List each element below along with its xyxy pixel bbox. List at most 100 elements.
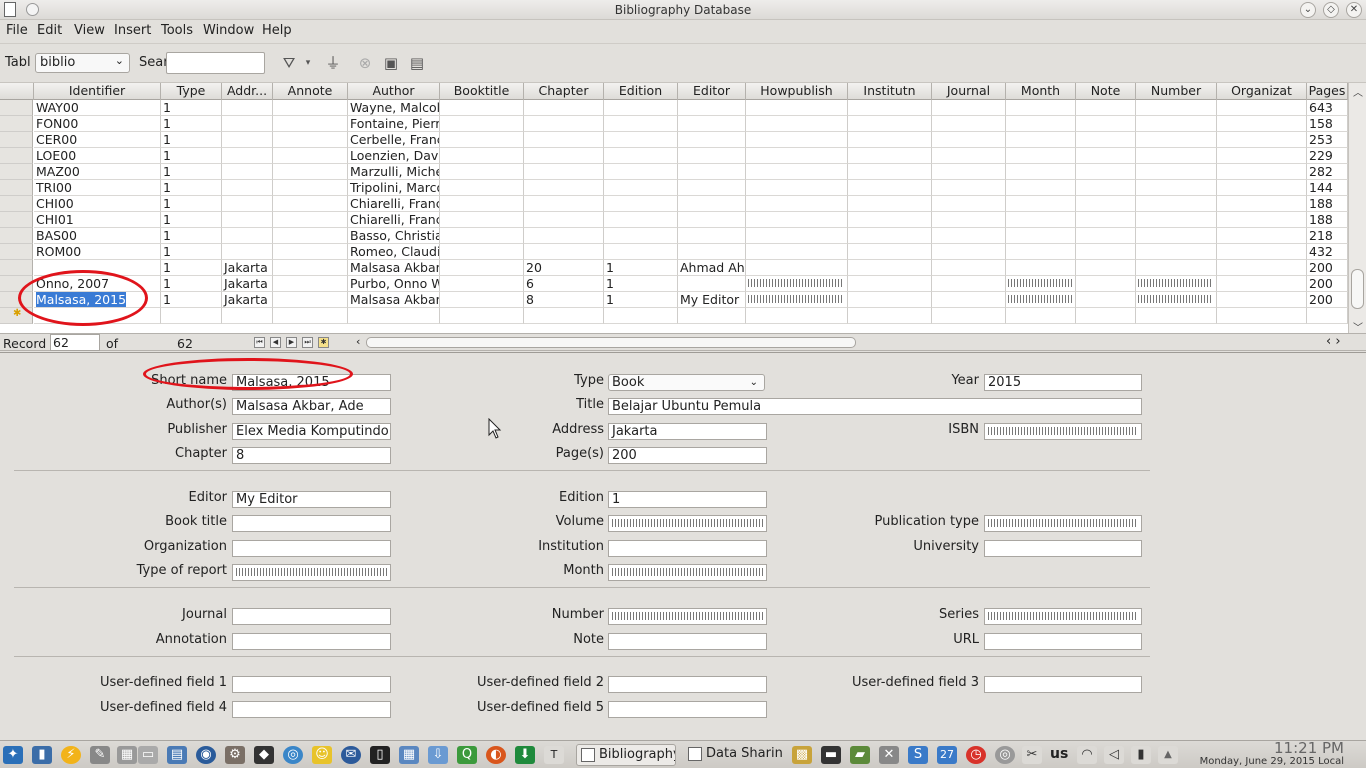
table-cell[interactable] [440, 164, 524, 180]
table-cell[interactable]: 1 [604, 276, 678, 292]
row-selector[interactable] [0, 228, 33, 244]
table-cell[interactable] [1076, 180, 1136, 196]
table-cell[interactable] [1136, 212, 1217, 228]
settings-icon[interactable]: ⚙ [225, 746, 245, 764]
table-cell[interactable] [1006, 292, 1076, 308]
column-header[interactable]: Addr... [222, 83, 273, 100]
column-header[interactable]: Identifier [34, 83, 161, 100]
table-cell[interactable]: Chiarelli, Franc [348, 196, 440, 212]
table-row[interactable]: BAS00 1 Basso, Christia 218 [0, 228, 1348, 244]
organization-field[interactable] [232, 540, 391, 557]
download-manager-icon[interactable]: ⬇ [515, 746, 535, 764]
document-viewer-icon[interactable]: ▤ [167, 746, 187, 764]
power-icon[interactable]: ⚡ [61, 746, 81, 764]
table-cell[interactable] [273, 116, 348, 132]
column-header[interactable]: Annote [273, 83, 348, 100]
table-cell[interactable] [1136, 228, 1217, 244]
scroll-up-icon[interactable]: ︿ [1353, 84, 1363, 99]
record-number-input[interactable]: 62 [50, 334, 100, 351]
book-icon[interactable]: ▰ [850, 746, 870, 764]
table-cell[interactable] [273, 308, 348, 324]
table-cell[interactable] [273, 164, 348, 180]
table-cell[interactable]: 1 [161, 132, 222, 148]
table-cell[interactable]: 1 [161, 116, 222, 132]
table-cell[interactable] [440, 292, 524, 308]
table-cell[interactable] [932, 244, 1006, 260]
autofilter-icon[interactable]: ⛛ [278, 52, 300, 74]
table-cell[interactable] [1006, 228, 1076, 244]
table-cell[interactable] [604, 196, 678, 212]
table-cell[interactable]: 1 [161, 148, 222, 164]
disc-icon[interactable]: ◎ [995, 746, 1015, 764]
column-header[interactable]: Author [348, 83, 440, 100]
table-cell[interactable] [1136, 308, 1217, 324]
table-cell[interactable] [273, 212, 348, 228]
table-cell[interactable]: Marzulli, Miche [348, 164, 440, 180]
table-row[interactable]: ✱ [0, 308, 1348, 324]
table-cell[interactable] [604, 180, 678, 196]
table-cell[interactable] [1076, 276, 1136, 292]
row-selector[interactable] [0, 292, 33, 308]
table-cell[interactable] [604, 100, 678, 116]
table-cell[interactable] [746, 116, 848, 132]
table-cell[interactable] [932, 100, 1006, 116]
table-cell[interactable] [524, 116, 604, 132]
table-cell[interactable] [604, 212, 678, 228]
browser-icon[interactable]: ◉ [196, 746, 216, 764]
standard-filter-icon[interactable]: ⏚ [322, 52, 344, 74]
table-cell[interactable]: BAS00 [34, 228, 161, 244]
table-cell[interactable]: 8 [524, 292, 604, 308]
table-cell[interactable] [746, 164, 848, 180]
table-cell[interactable] [678, 100, 746, 116]
task-bibliography[interactable]: Bibliography [576, 744, 676, 766]
table-cell[interactable] [1006, 308, 1076, 324]
table-cell[interactable]: 144 [1307, 180, 1348, 196]
editor-field[interactable]: My Editor [232, 491, 391, 508]
table-cell[interactable] [222, 132, 273, 148]
menu-file[interactable]: File [6, 23, 28, 38]
edition-field[interactable]: 1 [608, 491, 767, 508]
table-cell[interactable] [222, 308, 273, 324]
table-cell[interactable] [678, 164, 746, 180]
table-cell[interactable] [34, 260, 161, 276]
table-cell[interactable] [678, 276, 746, 292]
column-header[interactable]: Pages [1307, 83, 1348, 100]
table-cell[interactable] [440, 180, 524, 196]
keyboard-layout[interactable]: us [1050, 746, 1068, 762]
table-cell[interactable] [848, 100, 932, 116]
table-cell[interactable]: Tripolini, Marco [348, 180, 440, 196]
column-header[interactable]: Type [161, 83, 222, 100]
table-cell[interactable]: 282 [1307, 164, 1348, 180]
title-field[interactable]: Belajar Ubuntu Pemula [608, 398, 1142, 415]
table-cell[interactable] [1307, 308, 1348, 324]
table-cell[interactable] [932, 180, 1006, 196]
vertical-scroll-thumb[interactable] [1351, 269, 1364, 309]
table-row[interactable]: WAY00 1 Wayne, Malcol 643 [0, 100, 1348, 116]
table-cell[interactable]: 6 [524, 276, 604, 292]
table-cell[interactable]: Purbo, Onno W [348, 276, 440, 292]
table-cell[interactable] [1217, 276, 1307, 292]
table-cell[interactable] [932, 292, 1006, 308]
table-cell[interactable] [678, 308, 746, 324]
row-selector[interactable] [0, 260, 33, 276]
table-cell[interactable] [746, 132, 848, 148]
menu-help[interactable]: Help [262, 23, 292, 38]
row-selector[interactable] [0, 148, 33, 164]
udf5-field[interactable] [608, 701, 767, 718]
table-cell[interactable] [746, 180, 848, 196]
table-cell[interactable]: 1 [161, 244, 222, 260]
table-cell[interactable]: Onno, 2007 [34, 276, 161, 292]
chat-icon[interactable]: ☺ [312, 746, 332, 764]
column-header[interactable]: Note [1076, 83, 1136, 100]
table-cell[interactable] [524, 212, 604, 228]
month-field[interactable] [608, 564, 767, 581]
series-field[interactable] [984, 608, 1142, 625]
table-cell[interactable]: Loenzien, Davi [348, 148, 440, 164]
annotation-field[interactable] [232, 633, 391, 650]
table-cell[interactable] [1006, 132, 1076, 148]
alarm-icon[interactable]: ◷ [966, 746, 986, 764]
file-manager-icon[interactable]: ▮ [32, 746, 52, 764]
grid-corner[interactable] [0, 83, 34, 100]
tray-expand-icon[interactable]: ▲ [1158, 746, 1178, 764]
number-field[interactable] [608, 608, 767, 625]
